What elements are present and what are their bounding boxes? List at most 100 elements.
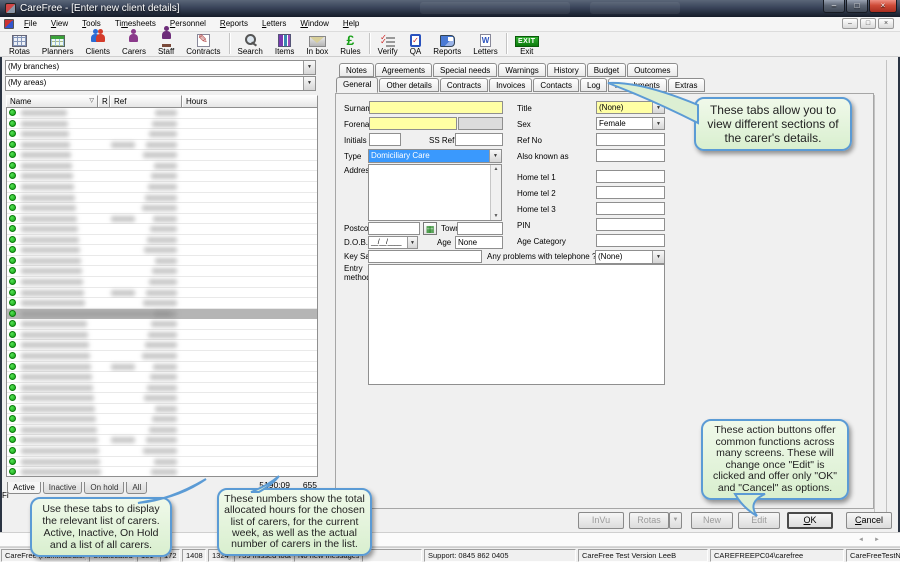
carer-row[interactable] xyxy=(7,362,317,373)
forename-field[interactable] xyxy=(369,117,457,130)
pin-field[interactable] xyxy=(596,218,665,231)
carer-row[interactable] xyxy=(7,457,317,468)
minimize-button[interactable]: – xyxy=(823,0,845,13)
carer-row[interactable] xyxy=(7,161,317,172)
carer-row[interactable] xyxy=(7,266,317,277)
toolbar-button-search[interactable]: Search xyxy=(232,32,269,56)
areas-dropdown[interactable]: (My areas) ▼ xyxy=(5,76,316,91)
carer-row[interactable] xyxy=(7,150,317,161)
carer-row[interactable] xyxy=(7,319,317,330)
chevron-down-icon[interactable]: ▼ xyxy=(303,77,315,90)
tab-agreements[interactable]: Agreements xyxy=(375,63,432,77)
carer-row[interactable] xyxy=(7,309,317,320)
carer-row[interactable] xyxy=(7,214,317,225)
carer-row[interactable] xyxy=(7,425,317,436)
age-field[interactable]: None xyxy=(455,236,503,249)
carer-row[interactable] xyxy=(7,119,317,130)
postcode-field[interactable] xyxy=(368,222,420,235)
ss-ref-field[interactable] xyxy=(455,133,503,146)
menu-window[interactable]: Window xyxy=(293,17,335,31)
tab-contacts[interactable]: Contacts xyxy=(533,78,579,92)
carer-row[interactable] xyxy=(7,235,317,246)
tab-notes[interactable]: Notes xyxy=(339,63,374,77)
tab-warnings[interactable]: Warnings xyxy=(498,63,546,77)
toolbar-button-exit[interactable]: EXITExit xyxy=(509,32,545,56)
town-field[interactable] xyxy=(457,222,503,235)
type-dropdown[interactable]: Domiciliary Care ▼ xyxy=(368,149,502,163)
toolbar-button-qa[interactable]: ✓QA xyxy=(404,32,428,56)
carer-row[interactable] xyxy=(7,171,317,182)
toolbar-button-carers[interactable]: Carers xyxy=(116,32,152,56)
scroll-down-icon[interactable]: ▼ xyxy=(491,213,501,219)
tab-other-details[interactable]: Other details xyxy=(379,78,438,92)
tab-invoices[interactable]: Invoices xyxy=(489,78,532,92)
menu-file[interactable]: File xyxy=(17,17,44,31)
tab-budget[interactable]: Budget xyxy=(587,63,626,77)
carer-row[interactable] xyxy=(7,372,317,383)
menu-view[interactable]: View xyxy=(44,17,75,31)
age-category-field[interactable] xyxy=(596,234,665,247)
toolbar-button-inbox[interactable]: In box xyxy=(300,32,334,56)
carer-row[interactable] xyxy=(7,446,317,457)
carer-row[interactable] xyxy=(7,393,317,404)
toolbar-button-staff[interactable]: Staff xyxy=(152,32,180,56)
carer-row[interactable] xyxy=(7,351,317,362)
tab-special-needs[interactable]: Special needs xyxy=(433,63,497,77)
tab-log[interactable]: Log xyxy=(580,78,607,92)
toolbar-button-contracts[interactable]: Contracts xyxy=(180,32,226,56)
toolbar-button-clients[interactable]: Clients xyxy=(79,32,115,56)
menu-letters[interactable]: Letters xyxy=(255,17,293,31)
carer-row[interactable] xyxy=(7,298,317,309)
carer-row[interactable] xyxy=(7,277,317,288)
carer-row[interactable] xyxy=(7,256,317,267)
address-scrollbar[interactable]: ▲ ▼ xyxy=(490,165,501,220)
carer-row[interactable] xyxy=(7,193,317,204)
address-field[interactable]: ▲ ▼ xyxy=(368,164,502,221)
chevron-down-icon[interactable]: ▼ xyxy=(489,150,501,162)
menu-reports[interactable]: Reports xyxy=(213,17,255,31)
toolbar-button-letters[interactable]: WLetters xyxy=(467,32,503,56)
carer-row[interactable] xyxy=(7,404,317,415)
carer-row[interactable] xyxy=(7,414,317,425)
toolbar-button-rules[interactable]: £Rules xyxy=(334,32,366,56)
dob-dropdown[interactable]: __/__/____ ▼ xyxy=(368,236,418,249)
toolbar-button-rotas[interactable]: Rotas xyxy=(3,32,36,56)
tab-general[interactable]: General xyxy=(336,77,378,93)
branches-dropdown[interactable]: (My branches) ▼ xyxy=(5,60,316,75)
tab-contracts[interactable]: Contracts xyxy=(440,78,488,92)
menu-help[interactable]: Help xyxy=(336,17,366,31)
carer-row[interactable] xyxy=(7,383,317,394)
toolbar-button-planners[interactable]: Planners xyxy=(36,32,80,56)
scroll-up-icon[interactable]: ▲ xyxy=(491,166,501,172)
chevron-down-icon[interactable]: ▼ xyxy=(407,237,417,248)
ref-no-field[interactable] xyxy=(596,133,665,146)
mdi-close-icon[interactable]: × xyxy=(878,18,894,29)
list-filter-tab-inactive[interactable]: Inactive xyxy=(43,482,83,494)
mdi-minimize-button[interactable]: – xyxy=(842,18,858,29)
chevron-down-icon[interactable]: ▼ xyxy=(652,251,664,263)
carer-row[interactable] xyxy=(7,108,317,119)
carer-row[interactable] xyxy=(7,129,317,140)
telephone-problems-dropdown[interactable]: (None) ▼ xyxy=(595,250,665,264)
tab-history[interactable]: History xyxy=(547,63,586,77)
home-tel1-field[interactable] xyxy=(596,170,665,183)
nav-right-icon[interactable]: ► xyxy=(874,537,880,543)
toolbar-button-reports[interactable]: Reports xyxy=(427,32,467,56)
close-icon[interactable]: × xyxy=(869,0,897,13)
carer-row[interactable] xyxy=(7,288,317,299)
postcode-lookup-button[interactable]: ▦ xyxy=(423,222,437,235)
key-safe-field[interactable] xyxy=(368,250,482,263)
maximize-button[interactable]: □ xyxy=(846,0,868,13)
surname-field[interactable] xyxy=(369,101,503,114)
toolbar-button-verify[interactable]: Verify xyxy=(372,32,404,56)
carer-row[interactable] xyxy=(7,245,317,256)
toolbar-button-items[interactable]: Items xyxy=(269,32,301,56)
nav-left-icon[interactable]: ◄ xyxy=(858,537,864,543)
mdi-restore-button[interactable]: □ xyxy=(860,18,876,29)
carer-row[interactable] xyxy=(7,224,317,235)
chevron-down-icon[interactable]: ▼ xyxy=(303,61,315,74)
carer-row[interactable] xyxy=(7,435,317,446)
entry-method-field[interactable] xyxy=(368,264,665,385)
tab-outcomes[interactable]: Outcomes xyxy=(627,63,677,77)
carer-row[interactable] xyxy=(7,330,317,341)
